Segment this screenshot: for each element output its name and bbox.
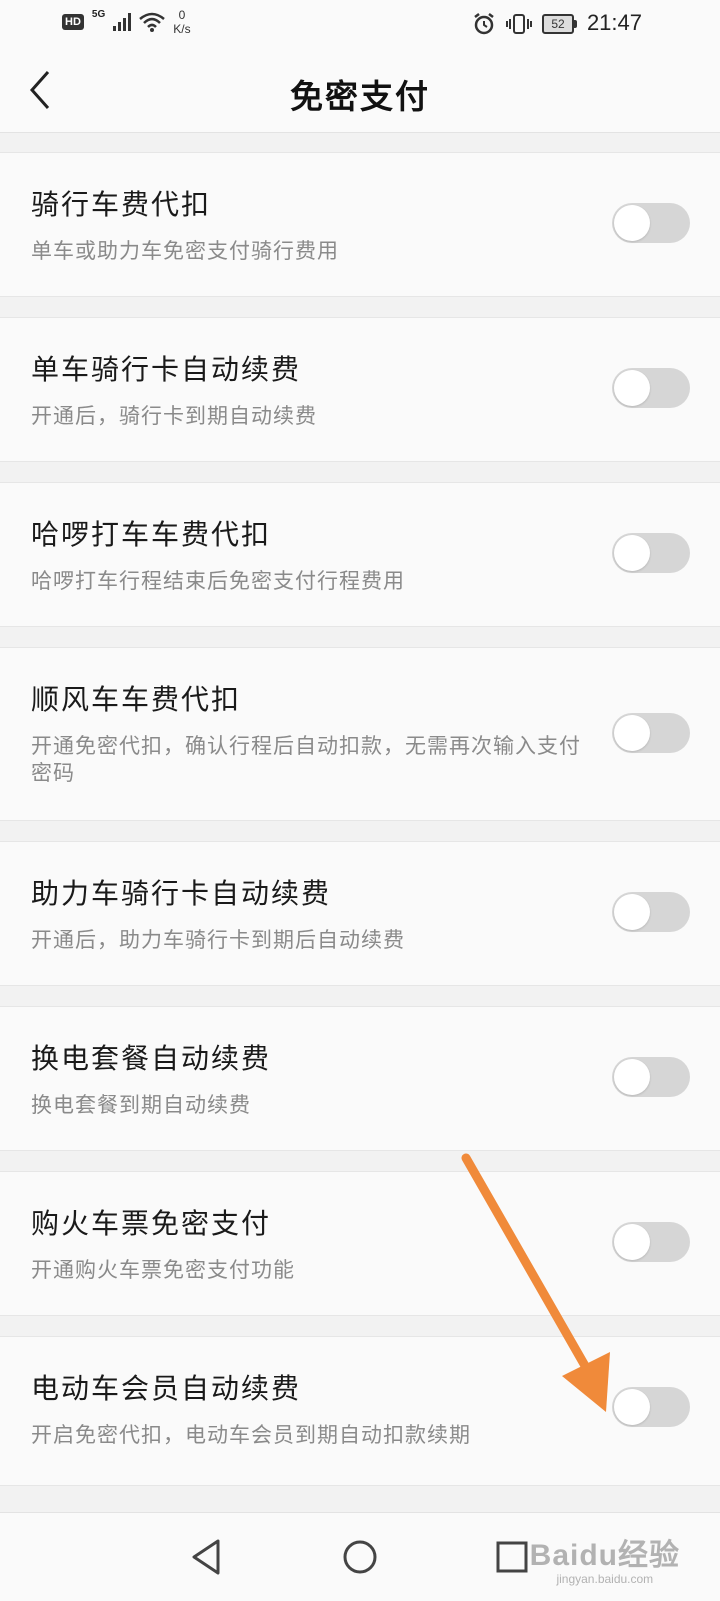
setting-toggle[interactable] bbox=[612, 713, 690, 753]
vibrate-icon bbox=[506, 14, 532, 34]
setting-item: 电动车会员自动续费 开启免密代扣，电动车会员到期自动扣款续期 bbox=[0, 1336, 720, 1486]
circle-home-icon bbox=[343, 1540, 377, 1574]
status-left: HD 5G 0 K/s bbox=[62, 8, 191, 36]
setting-title: 购火车票免密支付 bbox=[31, 1207, 272, 1240]
nav-back-button[interactable] bbox=[182, 1533, 230, 1581]
setting-title: 电动车会员自动续费 bbox=[31, 1372, 302, 1405]
setting-toggle[interactable] bbox=[612, 533, 690, 573]
setting-item: 哈啰打车车费代扣 哈啰打车行程结束后免密支付行程费用 bbox=[0, 482, 720, 627]
setting-desc: 哈啰打车行程结束后免密支付行程费用 bbox=[31, 569, 405, 593]
setting-desc: 开启免密代扣，电动车会员到期自动扣款续期 bbox=[31, 1423, 471, 1447]
setting-desc: 开通免密代扣，确认行程后自动扣款，无需再次输入支付密码 bbox=[31, 734, 581, 785]
setting-toggle[interactable] bbox=[612, 203, 690, 243]
net-speed: 0 K/s bbox=[173, 8, 190, 36]
setting-toggle[interactable] bbox=[612, 1222, 690, 1262]
watermark-main: Baidu经验 bbox=[529, 1539, 680, 1572]
setting-title: 顺风车车费代扣 bbox=[31, 683, 242, 716]
watermark-sub: jingyan.baidu.com bbox=[556, 1572, 654, 1586]
clock: 21:47 bbox=[586, 10, 642, 35]
setting-title: 助力车骑行卡自动续费 bbox=[31, 877, 332, 910]
setting-toggle[interactable] bbox=[612, 1057, 690, 1097]
triangle-back-icon bbox=[192, 1539, 220, 1575]
setting-desc: 换电套餐到期自动续费 bbox=[31, 1093, 251, 1117]
setting-toggle[interactable] bbox=[612, 368, 690, 408]
setting-desc: 开通购火车票免密支付功能 bbox=[31, 1258, 295, 1282]
network-type: 5G bbox=[91, 8, 106, 20]
setting-item: 顺风车车费代扣 开通免密代扣，确认行程后自动扣款，无需再次输入支付密码 bbox=[0, 647, 720, 821]
status-bar: HD 5G 0 K/s 52 21:47 bbox=[0, 0, 720, 48]
status-right: 52 bbox=[472, 12, 577, 36]
setting-toggle[interactable] bbox=[612, 892, 690, 932]
toggle-knob bbox=[614, 1224, 650, 1260]
setting-title: 换电套餐自动续费 bbox=[31, 1042, 272, 1075]
baidu-watermark: Baidu经验 jingyan.baidu.com bbox=[530, 1530, 680, 1586]
page-title: 免密支付 bbox=[290, 77, 430, 116]
signal-icon bbox=[113, 13, 132, 31]
toggle-knob bbox=[614, 1389, 650, 1425]
toggle-knob bbox=[614, 535, 650, 571]
hd-badge: HD bbox=[62, 14, 84, 30]
setting-title: 骑行车费代扣 bbox=[31, 188, 212, 221]
setting-item: 助力车骑行卡自动续费 开通后，助力车骑行卡到期后自动续费 bbox=[0, 841, 720, 986]
alarm-icon bbox=[474, 13, 494, 35]
setting-desc: 开通后，助力车骑行卡到期后自动续费 bbox=[31, 928, 405, 952]
setting-desc: 单车或助力车免密支付骑行费用 bbox=[31, 239, 339, 263]
setting-desc: 开通后，骑行卡到期自动续费 bbox=[31, 404, 317, 428]
setting-title: 哈啰打车车费代扣 bbox=[31, 518, 272, 551]
toggle-knob bbox=[614, 715, 650, 751]
nav-home-button[interactable] bbox=[336, 1533, 384, 1581]
wifi-icon bbox=[139, 12, 166, 32]
toggle-knob bbox=[614, 370, 650, 406]
nav-header: 免密支付 bbox=[0, 48, 720, 133]
setting-item: 单车骑行卡自动续费 开通后，骑行卡到期自动续费 bbox=[0, 317, 720, 462]
net-speed-unit: K/s bbox=[173, 22, 191, 36]
settings-list: 骑行车费代扣 单车或助力车免密支付骑行费用 单车骑行卡自动续费 开通后，骑行卡到… bbox=[0, 152, 720, 1486]
setting-item: 换电套餐自动续费 换电套餐到期自动续费 bbox=[0, 1006, 720, 1151]
toggle-knob bbox=[614, 205, 650, 241]
battery-indicator: 52 bbox=[542, 14, 577, 34]
setting-toggle[interactable] bbox=[612, 1387, 690, 1427]
toggle-knob bbox=[614, 894, 650, 930]
toggle-knob bbox=[614, 1059, 650, 1095]
setting-item: 购火车票免密支付 开通购火车票免密支付功能 bbox=[0, 1171, 720, 1316]
net-speed-value: 0 bbox=[178, 8, 186, 22]
setting-item: 骑行车费代扣 单车或助力车免密支付骑行费用 bbox=[0, 152, 720, 297]
setting-title: 单车骑行卡自动续费 bbox=[31, 353, 302, 386]
